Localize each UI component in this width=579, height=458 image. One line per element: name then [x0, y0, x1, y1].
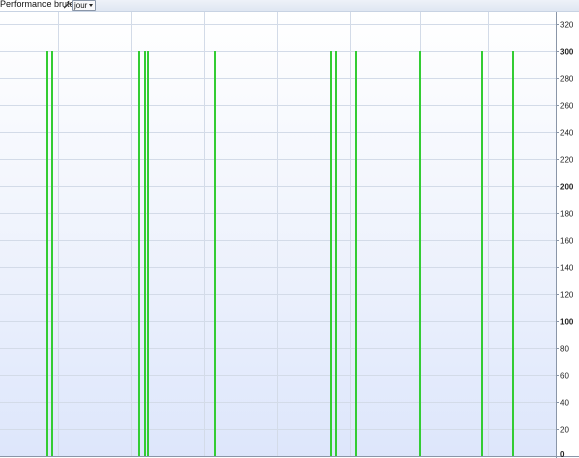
bar	[147, 51, 149, 456]
y-tick-label: 200	[560, 183, 574, 192]
bar	[330, 51, 332, 456]
y-tick-label: 160	[560, 237, 574, 246]
y-tick-label: 20	[560, 426, 569, 435]
bar	[46, 51, 48, 456]
y-tick-label: 100	[560, 318, 574, 327]
y-tick-label: 0	[560, 450, 565, 458]
bar	[214, 51, 216, 456]
y-tick-label: 240	[560, 129, 574, 138]
bar	[144, 51, 146, 456]
bar	[138, 51, 140, 456]
bar	[355, 51, 357, 456]
y-tick-label: 180	[560, 210, 574, 219]
y-tick-label: 120	[560, 291, 574, 300]
y-axis-ticks: 0 20 40 60 80 100 120 140 160 180 200 220 240 260 280 3…	[556, 21, 574, 458]
bar-series	[46, 51, 514, 456]
bar	[481, 51, 483, 456]
bar	[51, 51, 53, 456]
y-tick-label: 220	[560, 156, 574, 165]
y-tick-label: 80	[560, 345, 569, 354]
bar	[419, 51, 421, 456]
y-tick-label: 260	[560, 102, 574, 111]
y-tick-label: 140	[560, 264, 574, 273]
y-tick-label: 40	[560, 399, 569, 408]
y-tick-label: 300	[560, 48, 574, 57]
performance-chart: 0 20 40 60 80 100 120 140 160 180 200 220 240 260 280 3…	[0, 12, 579, 458]
y-tick-label: 280	[560, 75, 574, 84]
y-tick-label: 320	[560, 21, 574, 30]
bar	[335, 51, 337, 456]
y-tick-label: 60	[560, 372, 569, 381]
bar	[512, 51, 514, 456]
